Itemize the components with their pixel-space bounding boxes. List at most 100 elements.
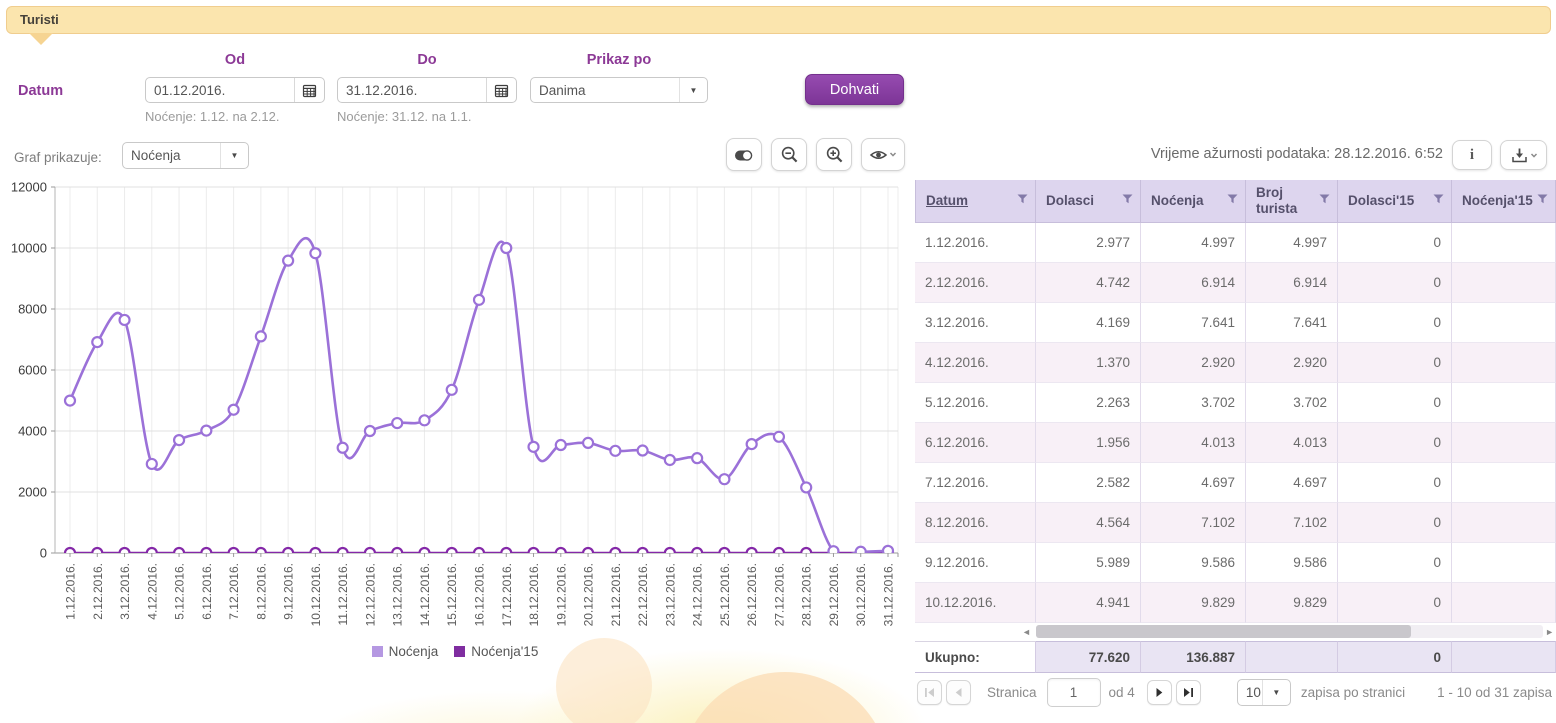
page-size-value: 10 xyxy=(1238,685,1262,700)
toggle-series-button[interactable] xyxy=(726,138,762,171)
page-size-select[interactable]: 10 ▼ xyxy=(1237,679,1291,706)
prikaz-po-label: Prikaz po xyxy=(530,52,708,68)
table-cell: 9.12.2016. xyxy=(915,543,1036,583)
filter-icon[interactable] xyxy=(1017,194,1028,204)
filter-icon[interactable] xyxy=(1433,194,1444,204)
column-header-label: Dolasci xyxy=(1046,193,1094,209)
decoration-circle xyxy=(680,672,890,723)
date-from-input[interactable] xyxy=(146,83,294,98)
column-header-1[interactable]: Datum xyxy=(915,180,1036,223)
data-point xyxy=(310,248,320,258)
svg-text:9.12.2016.: 9.12.2016. xyxy=(282,563,296,620)
table-row[interactable]: 9.12.2016.5.9899.5869.5860 xyxy=(915,543,1556,583)
table-cell: 4.013 xyxy=(1246,423,1338,463)
page-number-input[interactable] xyxy=(1047,678,1101,707)
line-chart[interactable]: 0200040006000800010000120001.12.2016.2.1… xyxy=(0,180,910,645)
column-header-5[interactable]: Dolasci'15 xyxy=(1338,180,1452,223)
data-point xyxy=(610,446,620,456)
filter-icon[interactable] xyxy=(1319,194,1330,204)
legend-swatch xyxy=(454,646,465,657)
table-row[interactable]: 7.12.2016.2.5824.6974.6970 xyxy=(915,463,1556,503)
filter-icon[interactable] xyxy=(1537,194,1548,204)
toggle-visibility-button[interactable] xyxy=(861,138,905,171)
zoom-out-button[interactable] xyxy=(771,138,807,171)
svg-text:2000: 2000 xyxy=(18,485,47,500)
tab-turisti[interactable]: Turisti xyxy=(6,6,1551,34)
calendar-button[interactable] xyxy=(486,78,516,102)
svg-text:6000: 6000 xyxy=(18,363,47,378)
prikaz-po-select[interactable]: Danima ▼ xyxy=(530,77,708,103)
chart-grid: 020004000600080001000012000 xyxy=(11,180,898,561)
tab-pointer xyxy=(29,33,53,45)
total-cell: 77.620 xyxy=(1036,641,1141,673)
svg-text:19.12.2016.: 19.12.2016. xyxy=(554,563,568,626)
pager-next-button[interactable] xyxy=(1147,680,1172,705)
graf-prikazuje-label: Graf prikazuje: xyxy=(14,150,102,165)
table-row[interactable]: 3.12.2016.4.1697.6417.6410 xyxy=(915,303,1556,343)
scroll-right-icon[interactable]: ► xyxy=(1545,626,1554,638)
results-table: Datum Dolasci NoćenjaBroj turistaDolasci'1… xyxy=(915,180,1556,673)
zoom-out-icon xyxy=(780,145,799,164)
info-icon: i xyxy=(1470,147,1474,164)
pager-last-icon xyxy=(1183,687,1194,698)
graf-prikazuje-select[interactable]: Noćenja ▼ xyxy=(122,142,249,169)
svg-text:16.12.2016.: 16.12.2016. xyxy=(473,563,487,626)
svg-text:30.12.2016.: 30.12.2016. xyxy=(854,563,868,626)
legend-label: Noćenja xyxy=(389,644,439,659)
pager-last-button[interactable] xyxy=(1176,680,1201,705)
data-point xyxy=(801,482,811,492)
data-point xyxy=(583,438,593,448)
table-row[interactable]: 2.12.2016.4.7426.9146.9140 xyxy=(915,263,1556,303)
zoom-in-button[interactable] xyxy=(816,138,852,171)
table-cell xyxy=(1452,383,1556,423)
table-cell: 6.914 xyxy=(1246,263,1338,303)
data-point xyxy=(65,396,75,406)
column-header-4[interactable]: Broj turista xyxy=(1246,180,1338,223)
filter-icon[interactable] xyxy=(1122,194,1133,204)
data-point xyxy=(174,435,184,445)
filter-icon[interactable] xyxy=(1227,194,1238,204)
legend-item[interactable]: Noćenja xyxy=(372,644,439,659)
date-to-input[interactable] xyxy=(338,83,486,98)
scrollbar-thumb[interactable] xyxy=(1036,625,1411,638)
date-to-field xyxy=(337,77,517,103)
svg-text:13.12.2016.: 13.12.2016. xyxy=(391,563,405,626)
table-row[interactable]: 1.12.2016.2.9774.9974.9970 xyxy=(915,223,1556,263)
scroll-left-icon[interactable]: ◄ xyxy=(1022,626,1031,638)
info-button[interactable]: i xyxy=(1452,140,1492,170)
data-point xyxy=(501,243,511,253)
data-point xyxy=(201,426,211,436)
table-row[interactable]: 5.12.2016.2.2633.7023.7020 xyxy=(915,383,1556,423)
legend-item[interactable]: Noćenja'15 xyxy=(454,644,538,659)
pager-first-button[interactable] xyxy=(917,680,942,705)
table-cell: 0 xyxy=(1338,583,1452,623)
export-button[interactable] xyxy=(1500,140,1547,170)
data-point xyxy=(365,426,375,436)
download-icon xyxy=(1510,147,1538,164)
svg-text:22.12.2016.: 22.12.2016. xyxy=(636,563,650,626)
table-row[interactable]: 8.12.2016.4.5647.1027.1020 xyxy=(915,503,1556,543)
pager-prev-button[interactable] xyxy=(946,680,971,705)
table-cell: 4.169 xyxy=(1036,303,1141,343)
column-header-3[interactable]: Noćenja xyxy=(1141,180,1246,223)
chevron-down-icon: ▼ xyxy=(220,143,248,168)
table-row[interactable]: 4.12.2016.1.3702.9202.9200 xyxy=(915,343,1556,383)
svg-text:8000: 8000 xyxy=(18,302,47,317)
legend-swatch xyxy=(372,646,383,657)
svg-text:3.12.2016.: 3.12.2016. xyxy=(118,563,132,620)
table-cell: 0 xyxy=(1338,343,1452,383)
calendar-icon xyxy=(494,83,509,98)
calendar-button[interactable] xyxy=(294,78,324,102)
table-row[interactable]: 10.12.2016.4.9419.8299.8290 xyxy=(915,583,1556,623)
table-cell: 7.641 xyxy=(1141,303,1246,343)
data-point xyxy=(529,442,539,452)
scrollbar-track[interactable] xyxy=(1036,625,1543,638)
dohvati-button[interactable]: Dohvati xyxy=(805,74,904,105)
decoration-glow xyxy=(510,648,930,723)
date-from-note: Noćenje: 1.12. na 2.12. xyxy=(145,109,279,124)
column-header-2[interactable]: Dolasci xyxy=(1036,180,1141,223)
table-row[interactable]: 6.12.2016.1.9564.0134.0130 xyxy=(915,423,1556,463)
svg-text:12.12.2016.: 12.12.2016. xyxy=(363,563,377,626)
svg-text:2.12.2016.: 2.12.2016. xyxy=(91,563,105,620)
column-header-6[interactable]: Noćenja'15 xyxy=(1452,180,1556,223)
